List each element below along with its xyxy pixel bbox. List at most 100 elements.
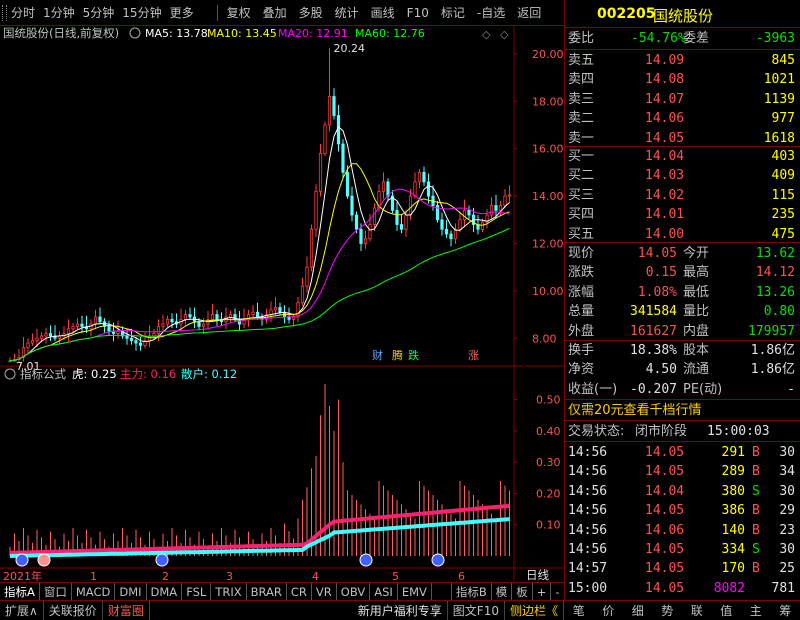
indicator-tab[interactable]: DMI	[115, 582, 147, 601]
toolbar-item[interactable]: 分时	[7, 4, 39, 21]
chevron-left-icon[interactable]: ◇	[482, 28, 491, 41]
tick-row: 14:56 14.05 289 B 34	[565, 462, 800, 481]
ask-volume: 845	[771, 53, 795, 68]
panel-switch-icon[interactable]: 主	[750, 601, 762, 620]
related-quotes-button[interactable]: 关联报价	[44, 600, 103, 620]
weicha-value: -3963	[755, 31, 795, 46]
stat-label: 流通	[683, 362, 710, 378]
candle-body	[381, 181, 386, 192]
promo-link[interactable]: 仅需20元查看千档行情	[568, 401, 702, 420]
candle-body	[183, 314, 188, 320]
indicator-tab[interactable]: DMA	[147, 582, 183, 601]
toolbar-item[interactable]: 复权	[221, 4, 257, 21]
chart-title: 国统股份(日线,前复权)	[3, 26, 119, 40]
chevron-right-icon[interactable]: ◇	[500, 28, 509, 41]
signal-icon[interactable]	[37, 553, 51, 567]
kline-chart-svg[interactable]: 国统股份(日线,前复权) MA5: 13.78 MA10: 13.45 MA20: 1…	[0, 26, 564, 596]
event-marker[interactable]: 财	[372, 348, 383, 362]
indicator-tab[interactable]: CR	[287, 582, 312, 601]
candle-body	[188, 314, 192, 318]
candle-body	[494, 205, 498, 211]
indicator-tab[interactable]: EMV	[398, 582, 432, 601]
toolbar-item[interactable]: 15分钟	[118, 4, 165, 21]
ask-volume: 1021	[763, 72, 795, 88]
bid-row: 买三 14.02 115	[565, 186, 800, 205]
wealth-circle-button[interactable]: 财富圈	[103, 600, 150, 620]
price-tick-label: 14.00	[532, 190, 564, 203]
new-user-promo-link[interactable]: 新用户福利专享	[353, 600, 448, 620]
toolbar-item[interactable]: 1分钟	[39, 4, 79, 21]
panel-switch-icon[interactable]: 笔	[573, 601, 585, 620]
indicator-tab[interactable]: VR	[312, 582, 337, 601]
weibi-label: 委比	[568, 31, 595, 46]
toolbar-item[interactable]: 更多	[166, 4, 198, 21]
toolbar-item[interactable]: -自选	[471, 4, 511, 21]
panel-switch-icon[interactable]: 筹	[779, 601, 791, 620]
panel-switch-icon[interactable]: 势	[661, 601, 673, 620]
ask-row: 卖三 14.07 1139	[565, 90, 800, 109]
toolbar-item[interactable]: 标记	[435, 4, 471, 21]
stat-value: 179957	[748, 323, 795, 339]
indicator-tab[interactable]: +	[533, 582, 552, 601]
candle-body	[341, 143, 345, 173]
tick-time: 14:56	[568, 542, 608, 557]
indicator-tab[interactable]: OBV	[337, 582, 371, 601]
signal-icon[interactable]	[431, 553, 445, 567]
bid-price: 14.00	[645, 226, 685, 242]
period-label[interactable]: 日线	[526, 568, 549, 582]
event-marker[interactable]: 跌	[408, 348, 419, 362]
ask-volume: 1139	[763, 91, 795, 107]
ask-price: 14.08	[645, 72, 685, 88]
stat-label: 今开	[683, 246, 710, 261]
stat-value: 13.26	[755, 284, 795, 300]
candle-body	[116, 330, 120, 334]
ask-label: 卖三	[568, 91, 595, 107]
indicator-tab[interactable]: ...	[432, 582, 452, 601]
expand-button[interactable]: 扩展∧	[0, 600, 44, 620]
panel-switch-icon[interactable]: 细	[632, 601, 644, 620]
bid-label: 买一	[568, 149, 595, 164]
toolbar-item[interactable]: 统计	[329, 4, 365, 21]
indicator-tab[interactable]: 指标A	[0, 582, 40, 601]
indicator-tab[interactable]: 板	[512, 582, 533, 601]
candle-body	[345, 171, 350, 197]
toolbar-item[interactable]: 返回	[511, 4, 547, 21]
indicator-tab[interactable]: TRIX	[211, 582, 247, 601]
toolbar-item[interactable]: 叠加	[257, 4, 293, 21]
stat-value: 1.86亿	[750, 362, 795, 378]
indicator-tab[interactable]: ASI	[370, 582, 398, 601]
indicator-tick-label: 0.10	[536, 519, 561, 532]
indicator-tab[interactable]: 指标B	[452, 582, 492, 601]
signal-icon[interactable]	[155, 553, 169, 567]
event-marker[interactable]: 腾	[392, 348, 403, 362]
toolbar-item[interactable]: 5分钟	[79, 4, 119, 21]
signal-icon[interactable]	[15, 553, 29, 567]
indicator-tab[interactable]: 窗口	[40, 582, 72, 601]
stock-code: 002205	[597, 6, 656, 22]
indicator-tab[interactable]: MACD	[72, 582, 116, 601]
sidebar-toggle-button[interactable]: 侧边栏《	[505, 600, 564, 620]
indicator-tab[interactable]: BRAR	[247, 582, 287, 601]
tick-time: 14:56	[568, 503, 608, 519]
panel-switch-icon[interactable]: 联	[691, 601, 703, 620]
event-marker[interactable]: 涨	[468, 349, 479, 362]
toolbar-item[interactable]: 画线	[365, 4, 401, 21]
f10-button[interactable]: 图文F10	[448, 600, 505, 620]
toolbar-item[interactable]: 多股	[293, 4, 329, 21]
ask-row: 卖四 14.08 1021	[565, 70, 800, 89]
indicator-tab[interactable]: 模	[492, 582, 513, 601]
tick-volume: 386	[721, 503, 745, 519]
bid-volume: 115	[771, 187, 795, 203]
tick-side: B	[752, 522, 760, 538]
kline-chart-area[interactable]: 国统股份(日线,前复权) MA5: 13.78 MA10: 13.45 MA20: 1…	[0, 26, 564, 596]
indicator-tab[interactable]: FSL	[182, 582, 212, 601]
ask-row: 卖一 14.05 1618	[565, 129, 800, 148]
panel-switch-icon[interactable]: 价	[602, 601, 614, 620]
tick-count: 30	[779, 445, 795, 460]
candle-body	[98, 316, 102, 323]
signal-icon[interactable]	[359, 553, 373, 567]
indicator-tab[interactable]: -	[551, 582, 565, 601]
bid-volume: 409	[771, 168, 795, 184]
panel-switch-icon[interactable]: 值	[720, 601, 732, 620]
toolbar-item[interactable]: F10	[401, 6, 435, 20]
